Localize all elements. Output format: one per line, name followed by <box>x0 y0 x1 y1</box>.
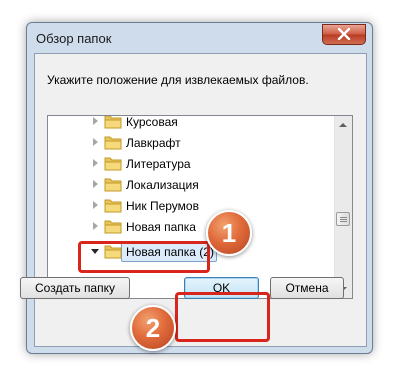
expand-arrow-icon[interactable] <box>93 138 98 146</box>
folder-icon <box>104 220 122 234</box>
tree-item-label: Ник Перумов <box>126 199 199 213</box>
expand-arrow-icon[interactable] <box>93 117 98 125</box>
folder-icon <box>104 157 122 171</box>
highlight-ok-button <box>175 292 270 342</box>
folder-icon <box>104 199 122 213</box>
vertical-scrollbar[interactable] <box>334 116 352 298</box>
tree-item[interactable]: Литература <box>48 153 338 174</box>
folder-icon <box>104 136 122 150</box>
scroll-thumb[interactable] <box>336 212 350 226</box>
dialog-prompt: Укажите положение для извлекаемых файлов… <box>47 73 309 87</box>
expand-arrow-icon[interactable] <box>93 159 98 167</box>
create-folder-button[interactable]: Создать папку <box>20 277 130 299</box>
folder-icon <box>104 178 122 192</box>
window-title: Обзор папок <box>36 31 112 46</box>
tree-item[interactable]: Новая папка <box>48 216 338 237</box>
expand-arrow-icon[interactable] <box>93 201 98 209</box>
title-bar: Обзор папок <box>27 23 372 53</box>
close-button[interactable] <box>322 24 366 45</box>
tree-item-label: Новая папка <box>126 220 196 234</box>
tree-item-label: Курсовая <box>126 115 178 129</box>
grip-line <box>340 217 347 218</box>
tree-item[interactable]: Курсовая <box>48 115 338 132</box>
highlight-selected-folder <box>78 241 210 273</box>
close-icon <box>337 28 351 40</box>
step-badge-2: 2 <box>130 305 176 351</box>
tree-item-label: Литература <box>126 157 191 171</box>
folder-icon <box>104 116 122 129</box>
tree-item[interactable]: Локализация <box>48 174 338 195</box>
cancel-button[interactable]: Отмена <box>270 277 344 299</box>
tree-item-label: Лавкрафт <box>126 136 181 150</box>
tree-item[interactable]: Лавкрафт <box>48 132 338 153</box>
grip-line <box>340 219 347 220</box>
step-badge-1: 1 <box>206 210 252 256</box>
tree-item-label: Локализация <box>126 178 199 192</box>
tree-item[interactable]: Ник Перумов <box>48 195 338 216</box>
grip-line <box>340 221 347 222</box>
expand-arrow-icon[interactable] <box>93 180 98 188</box>
scroll-up-icon[interactable] <box>339 123 347 127</box>
expand-arrow-icon[interactable] <box>93 222 98 230</box>
